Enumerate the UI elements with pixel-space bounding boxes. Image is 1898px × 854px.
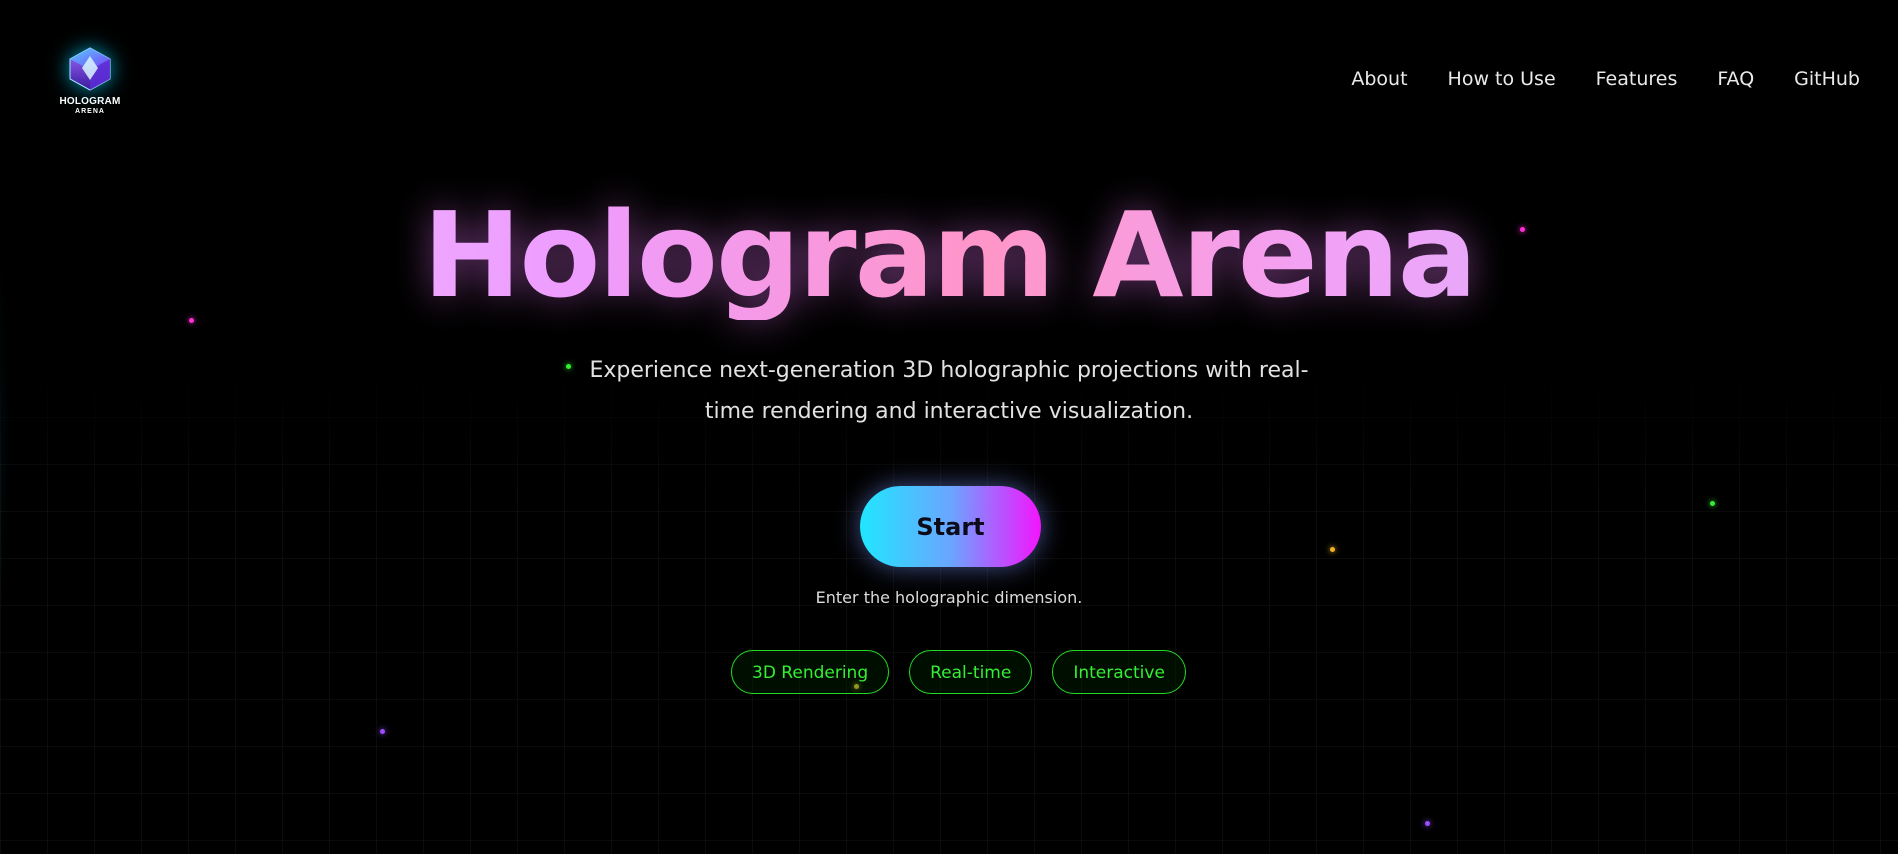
logo-title: HOLOGRAM (59, 96, 121, 107)
logo-subtitle: ARENA (75, 108, 105, 115)
start-button[interactable]: Start (860, 486, 1041, 567)
background-grid (0, 370, 1898, 854)
particle (1710, 501, 1715, 506)
nav-github[interactable]: GitHub (1794, 68, 1860, 90)
particle (1425, 821, 1430, 826)
nav-about[interactable]: About (1351, 68, 1407, 90)
hologram-cube-icon (69, 47, 111, 91)
particle (1330, 547, 1335, 552)
nav-how-to-use[interactable]: How to Use (1448, 68, 1556, 90)
hero-tagline: Experience next-generation 3D holographi… (589, 358, 1309, 424)
top-nav: About How to Use Features FAQ GitHub (1351, 68, 1860, 90)
hero-caption: Enter the holographic dimension. (815, 588, 1083, 607)
nav-faq[interactable]: FAQ (1717, 68, 1754, 90)
chip-real-time: Real-time (909, 650, 1033, 694)
particle (380, 729, 385, 734)
feature-chips: 3D Rendering Real-time Interactive (731, 650, 1186, 694)
hero-title: Hologram Arena (0, 190, 1898, 320)
landing-page: HOLOGRAM ARENA About How to Use Features… (0, 0, 1898, 854)
chip-interactive: Interactive (1052, 650, 1186, 694)
logo[interactable]: HOLOGRAM ARENA (58, 46, 122, 116)
chip-3d-rendering: 3D Rendering (731, 650, 890, 694)
nav-features[interactable]: Features (1596, 68, 1678, 90)
